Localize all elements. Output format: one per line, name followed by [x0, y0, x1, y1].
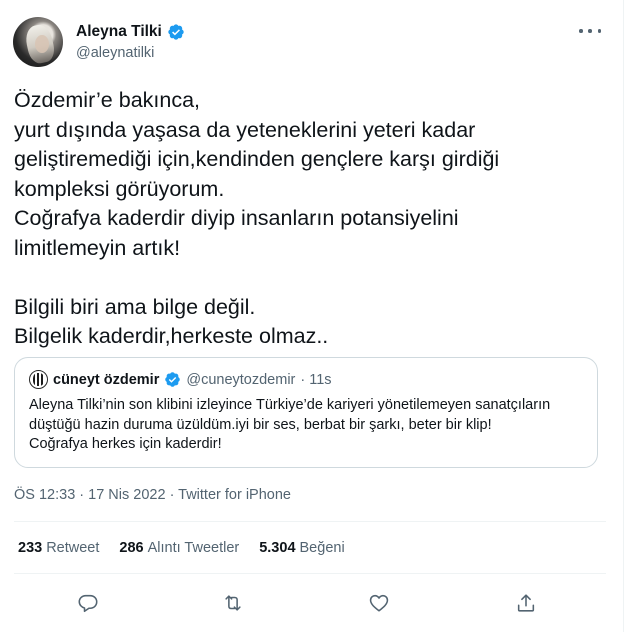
divider — [14, 573, 606, 574]
retweet-count[interactable]: 233 Retweet — [18, 540, 99, 556]
quoted-tweet-header: cüneyt özdemir @cuneytozdemir · 11s — [29, 370, 332, 389]
stat-number: 233 — [18, 540, 43, 556]
quoted-tweet-text: Aleyna Tilki’nin son klibini izleyince T… — [29, 396, 589, 455]
share-button[interactable] — [511, 588, 541, 618]
verified-badge-icon — [165, 372, 181, 387]
quoted-line: Aleyna Tilki’nin son klibini izleyince T… — [29, 397, 551, 413]
quoted-time: · 11s — [300, 371, 332, 388]
tweet-text: Özdemir’e bakınca, yurt dışında yaşasa d… — [14, 86, 606, 352]
quoted-tweet[interactable]: cüneyt özdemir @cuneytozdemir · 11s Aley… — [14, 357, 598, 468]
handle[interactable]: @aleynatilki — [76, 45, 185, 61]
reply-icon — [78, 594, 98, 613]
tweet-line: Coğrafya kaderdir diyip insanların potan… — [14, 206, 459, 230]
stat-label: Beğeni — [299, 540, 345, 556]
tweet-line: limitlemeyin artık! — [14, 235, 181, 260]
quoted-line: düştüğü hazin duruma üzüldüm.iyi bir ses… — [29, 416, 492, 433]
divider — [14, 521, 606, 522]
tweet-line: kompleksi görüyorum. — [14, 176, 225, 201]
stat-number: 5.304 — [259, 540, 296, 556]
verified-badge-icon — [168, 24, 184, 40]
reply-button[interactable] — [73, 588, 103, 618]
quote-tweet-count[interactable]: 286 Alıntı Tweetler — [119, 540, 239, 556]
like-icon — [369, 594, 389, 612]
share-icon — [517, 594, 535, 612]
author-block: Aleyna Tilki @aleynatilki — [76, 22, 185, 61]
retweet-button[interactable] — [218, 588, 248, 618]
stat-number: 286 — [119, 540, 144, 556]
action-bar — [0, 588, 624, 618]
name-row: Aleyna Tilki — [76, 22, 185, 42]
quoted-line: Coğrafya herkes için kaderdir! — [29, 436, 222, 452]
tweet-timestamp[interactable]: ÖS 12:33 · 17 Nis 2022 · Twitter for iPh… — [14, 487, 291, 503]
tweet-line: Bilgili biri ama bilge değil. — [14, 294, 256, 319]
stat-label: Alıntı Tweetler — [147, 540, 240, 556]
tweet-line: geliştiremediği için,kendinden gençlere … — [14, 147, 500, 171]
tweet-line: Özdemir’e bakınca, — [14, 88, 201, 112]
stat-label: Retweet — [46, 540, 100, 556]
paragraph-break — [14, 263, 606, 293]
quoted-avatar — [29, 370, 48, 389]
display-name[interactable]: Aleyna Tilki — [76, 23, 162, 41]
like-count[interactable]: 5.304 Beğeni — [259, 540, 344, 556]
tweet-stats: 233 Retweet 286 Alıntı Tweetler 5.304 Be… — [18, 540, 345, 556]
avatar[interactable] — [13, 17, 63, 67]
like-button[interactable] — [364, 588, 394, 618]
more-options-icon[interactable] — [579, 24, 601, 38]
retweet-icon — [225, 595, 241, 611]
quoted-handle: @cuneytozdemir — [186, 371, 296, 388]
tweet-line: Bilgelik kaderdir,herkeste olmaz.. — [14, 324, 329, 348]
tweet-card: Aleyna Tilki @aleynatilki Özdemir’e bakı… — [0, 0, 624, 632]
tweet-line: yurt dışında yaşasa da yeteneklerini yet… — [14, 117, 476, 142]
quoted-display-name: cüneyt özdemir — [53, 371, 160, 388]
